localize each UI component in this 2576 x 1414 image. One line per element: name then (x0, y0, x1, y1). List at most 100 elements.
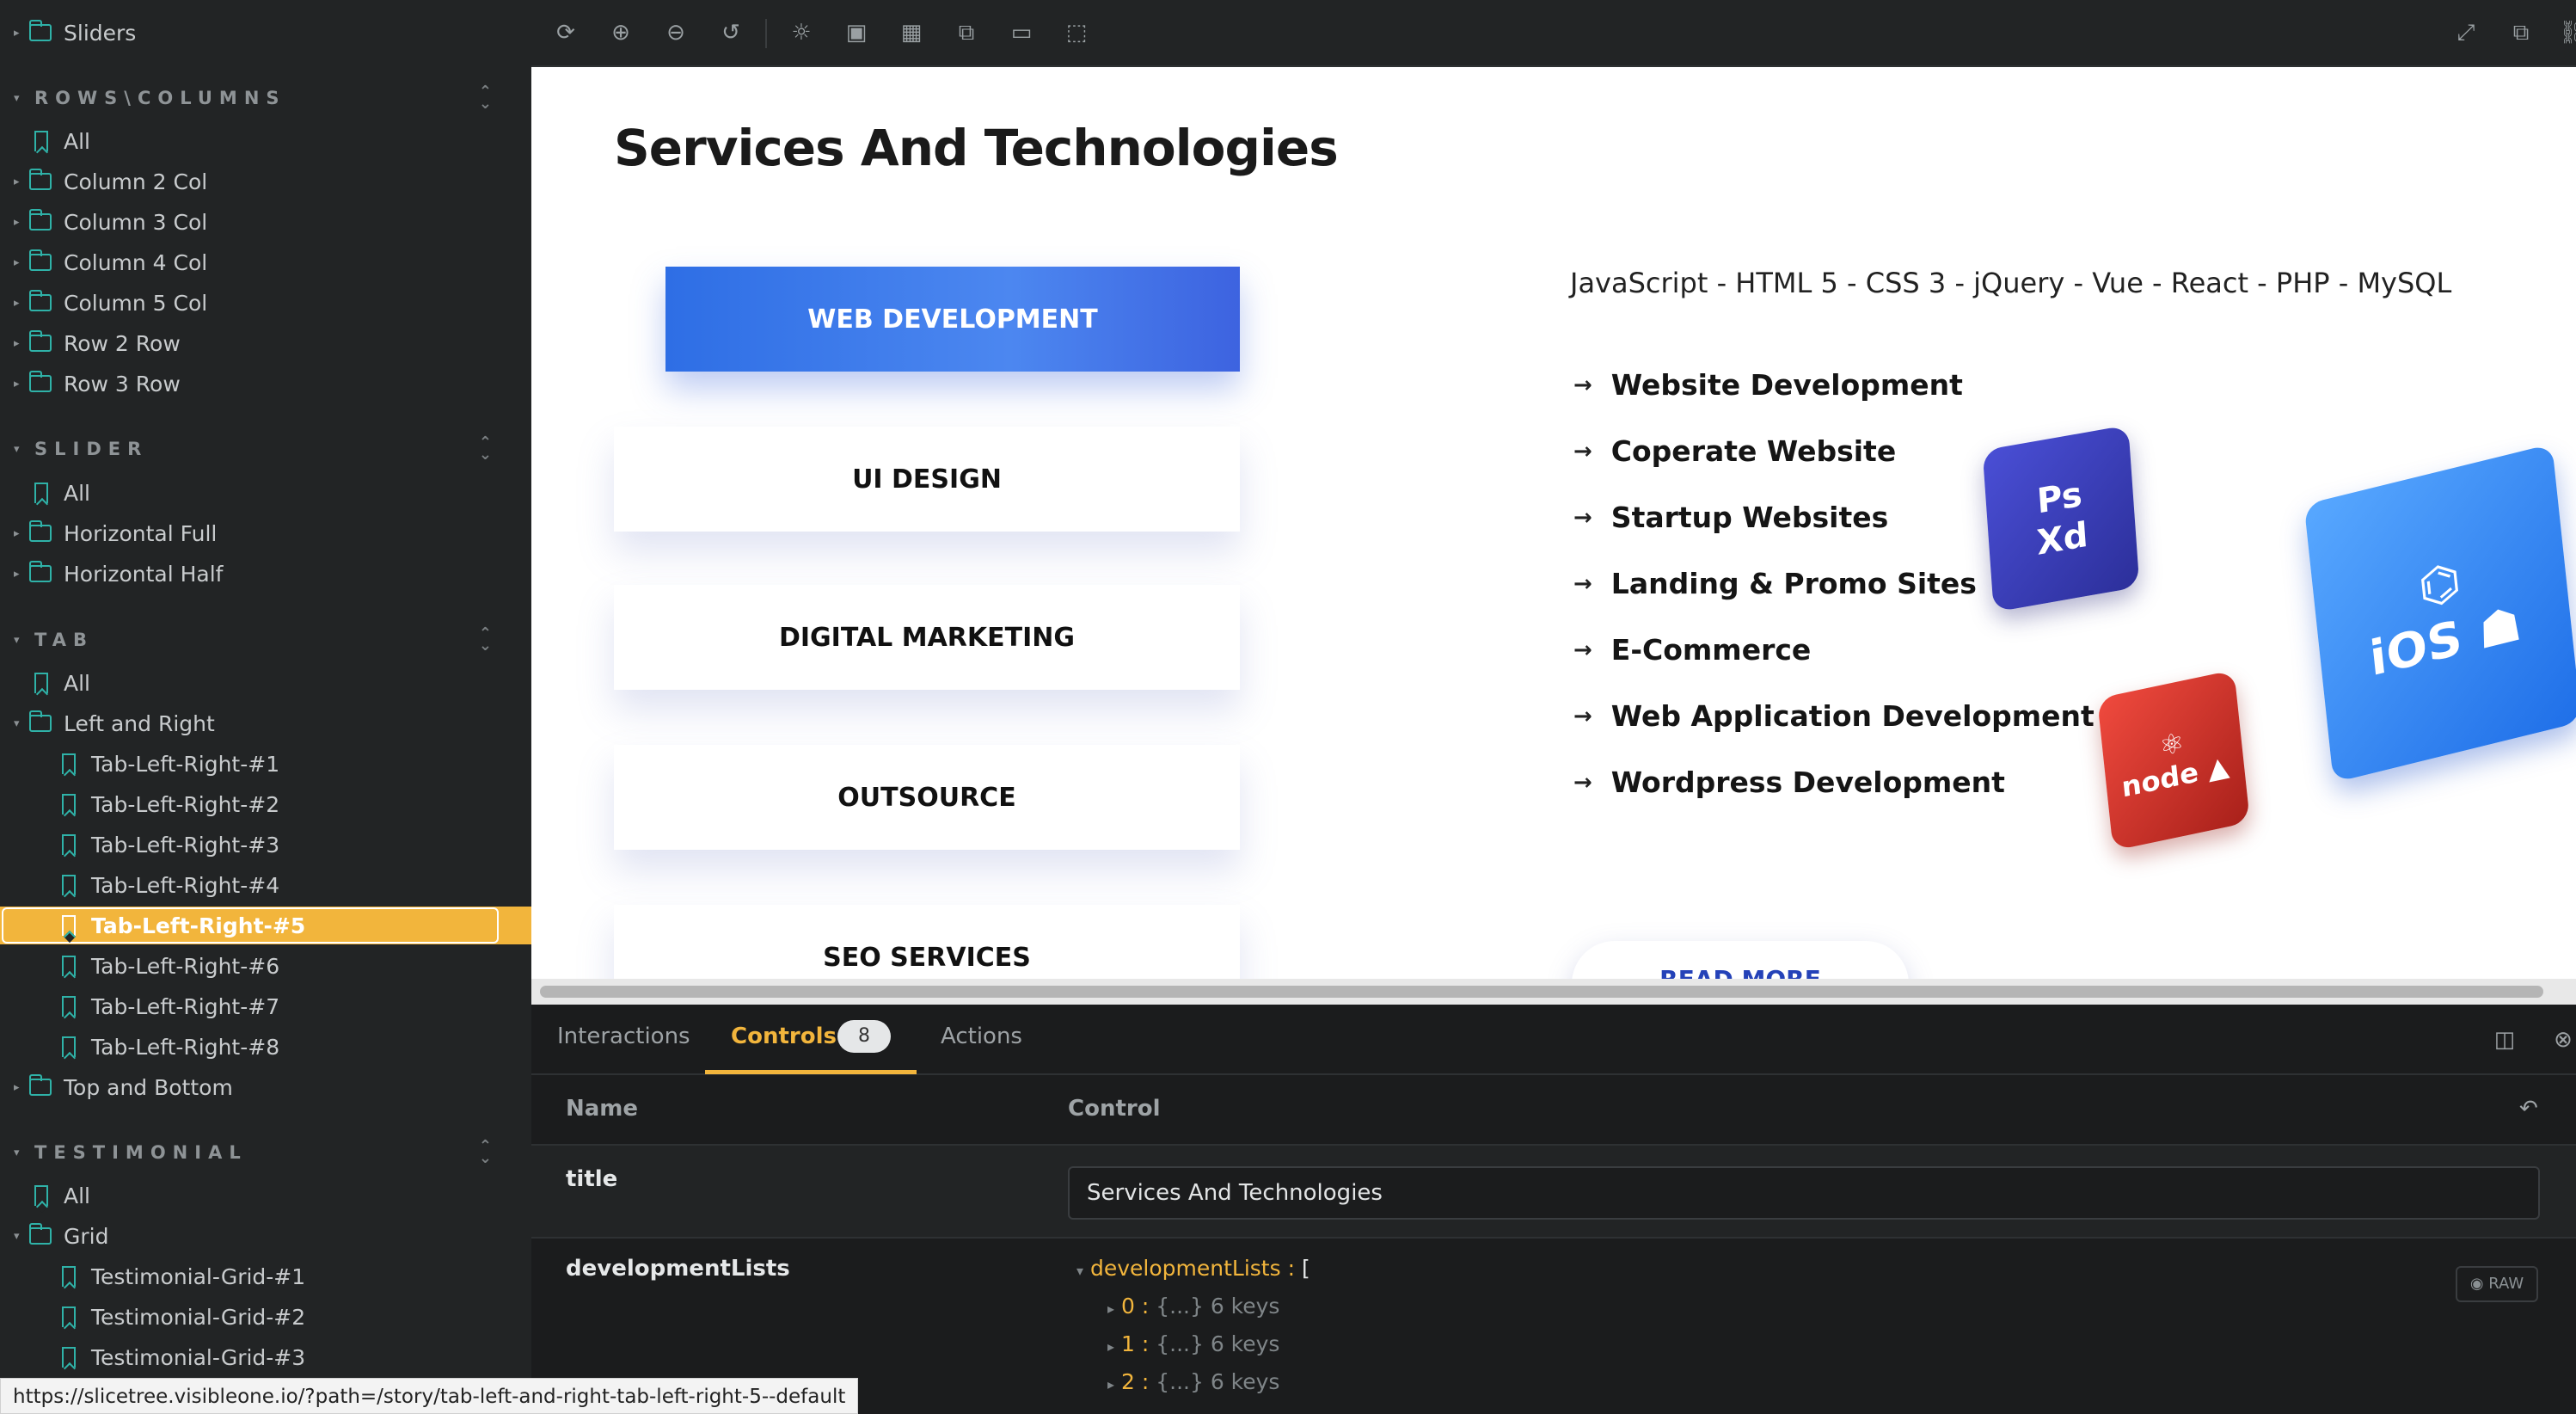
folder-icon (29, 20, 52, 41)
viewport-icon[interactable]: ⬚ (1063, 19, 1090, 46)
bookmark-icon (34, 673, 48, 693)
sidebar-item-tab-left-right-3[interactable]: Tab-Left-Right-#3 (0, 826, 279, 864)
fullscreen-icon[interactable]: ⤢ (2452, 19, 2480, 46)
title-text-input[interactable]: Services And Technologies (1068, 1166, 2540, 1220)
caret-right-icon: ▸ (14, 336, 20, 350)
xd-logo-text: Xd (2035, 514, 2089, 563)
bookmark-icon (62, 956, 76, 976)
json-item[interactable]: ▸ 0 : {...} 6 keys (1107, 1294, 1279, 1319)
arrow-right-icon: → (1573, 372, 1592, 398)
sidebar-item-tab-left-right-2[interactable]: Tab-Left-Right-#2 (0, 785, 279, 823)
sidebar-item-tab-left-right-4[interactable]: Tab-Left-Right-#4 (0, 866, 279, 904)
section-header-rows-columns[interactable]: ▾ ROWS\COLUMNS ⌃ ⌄ (0, 79, 516, 117)
expand-collapse-icon[interactable]: ⌃ ⌄ (479, 84, 492, 112)
zoom-reset-icon[interactable]: ↺ (717, 19, 745, 46)
sidebar-item-label: Row 3 Row (64, 371, 181, 397)
section-title: ROWS\COLUMNS (34, 88, 286, 108)
grid-icon[interactable]: ▦ (898, 19, 925, 46)
list-item-label: Wordpress Development (1610, 765, 2005, 799)
tab-digital-marketing[interactable]: DIGITAL MARKETING (614, 585, 1240, 690)
sidebar-item-tab-left-right-8[interactable]: Tab-Left-Right-#8 (0, 1028, 279, 1066)
react-node-angular-cube-illustration: ⚛ node ▲ (2097, 669, 2250, 851)
sidebar-item-all[interactable]: All (0, 664, 90, 702)
sidebar-item-row-2-row[interactable]: ▸ Row 2 Row (0, 324, 181, 362)
expand-collapse-icon[interactable]: ⌃ ⌄ (479, 1139, 492, 1166)
expand-collapse-icon[interactable]: ⌃ ⌄ (479, 626, 492, 654)
sidebar-item-label: Horizontal Half (64, 561, 224, 587)
sidebar-item-tab-left-right-7[interactable]: Tab-Left-Right-#7 (0, 987, 279, 1025)
panel-orientation-icon[interactable]: ◫ (2492, 1027, 2518, 1053)
sidebar-item-label: Left and Right (64, 710, 215, 736)
json-item[interactable]: ▸ 1 : {...} 6 keys (1107, 1331, 1279, 1356)
sidebar-item-tab-left-right-1[interactable]: Tab-Left-Right-#1 (0, 745, 279, 783)
sidebar-item-tab-left-right-6[interactable]: Tab-Left-Right-#6 (0, 947, 279, 985)
measure-icon[interactable]: ⧉ (953, 19, 980, 46)
sidebar-item-all[interactable]: All (0, 1177, 90, 1214)
bookmark-icon (34, 131, 48, 151)
sidebar-item-column-2-col[interactable]: ▸ Column 2 Col (0, 163, 207, 200)
sync-icon[interactable]: ⟳ (552, 19, 580, 46)
image-icon[interactable]: ▣ (843, 19, 870, 46)
photoshop-xd-cube-illustration: Ps Xd (1982, 425, 2140, 612)
list-item-label: Web Application Development (1610, 699, 2095, 733)
sidebar-item-all[interactable]: All (0, 474, 90, 512)
list-item: → Wordpress Development (1573, 765, 2005, 799)
sidebar-item-top-and-bottom[interactable]: ▸ Top and Bottom (0, 1068, 233, 1106)
expand-collapse-icon[interactable]: ⌃ ⌄ (479, 435, 492, 463)
sidebar-item-testimonial-grid-3[interactable]: Testimonial-Grid-#3 (0, 1338, 305, 1376)
sidebar-item-sliders[interactable]: ▸ Sliders (0, 14, 136, 52)
sidebar-item-label: Tab-Left-Right-#6 (91, 953, 280, 979)
sidebar-item-testimonial-grid-1[interactable]: Testimonial-Grid-#1 (0, 1257, 305, 1295)
sidebar-item-row-3-row[interactable]: ▸ Row 3 Row (0, 365, 181, 403)
sidebar-item-label: Testimonial-Grid-#1 (91, 1263, 306, 1289)
open-new-tab-icon[interactable]: ⧉ (2507, 19, 2535, 46)
json-bracket: [ (1301, 1256, 1310, 1281)
addons-tab-bar: Interactions Controls 8 Actions ◫ ⊗ (531, 1005, 2576, 1075)
tab-web-development[interactable]: WEB DEVELOPMENT (665, 267, 1240, 372)
folder-icon (29, 561, 52, 582)
sidebar-item-column-5-col[interactable]: ▸ Column 5 Col (0, 284, 207, 322)
sidebar-item-column-4-col[interactable]: ▸ Column 4 Col (0, 243, 207, 281)
sidebar-item-tab-left-right-5-selected[interactable]: Tab-Left-Right-#5 (0, 907, 531, 944)
section-header-slider[interactable]: ▾ SLIDER ⌃ ⌄ (0, 430, 516, 468)
sidebar-item-testimonial-grid-2[interactable]: Testimonial-Grid-#2 (0, 1298, 305, 1336)
json-root[interactable]: ▾ developmentLists : [ (1076, 1256, 1310, 1281)
sidebar-item-label: Column 2 Col (64, 169, 208, 194)
preview-horizontal-scrollbar[interactable] (531, 979, 2576, 1005)
tab-seo-services[interactable]: SEO SERVICES (614, 905, 1240, 979)
json-item[interactable]: ▸ 2 : {...} 6 keys (1107, 1369, 1279, 1394)
outline-icon[interactable]: ▭ (1008, 19, 1035, 46)
sidebar-item-label: Testimonial-Grid-#3 (91, 1344, 306, 1370)
tab-controls[interactable]: Controls (731, 1024, 837, 1049)
read-more-button[interactable]: READ MORE (1572, 941, 1909, 979)
tab-outsource[interactable]: OUTSOURCE (614, 745, 1240, 850)
bookmark-icon (62, 875, 76, 895)
sidebar-item-left-and-right[interactable]: ▾ Left and Right (0, 704, 215, 742)
sidebar-item-horizontal-full[interactable]: ▸ Horizontal Full (0, 514, 217, 552)
close-panel-icon[interactable]: ⊗ (2550, 1027, 2576, 1053)
controls-count-badge: 8 (837, 1020, 891, 1053)
section-header-testimonial[interactable]: ▾ TESTIMONIAL ⌃ ⌄ (0, 1134, 516, 1171)
tab-ui-design[interactable]: UI DESIGN (614, 427, 1240, 532)
json-summary: {...} 6 keys (1156, 1369, 1280, 1394)
caret-down-icon: ▾ (14, 91, 20, 105)
json-index: 0 : (1120, 1294, 1150, 1319)
folder-icon (29, 209, 52, 231)
zoom-out-icon[interactable]: ⊖ (662, 19, 690, 46)
sidebar-item-horizontal-half[interactable]: ▸ Horizontal Half (0, 555, 223, 593)
tab-actions[interactable]: Actions (941, 1024, 1022, 1049)
scrollbar-thumb[interactable] (540, 986, 2543, 998)
background-icon[interactable]: ☼ (788, 19, 815, 46)
sidebar-item-grid[interactable]: ▾ Grid (0, 1217, 108, 1255)
bookmark-icon (62, 753, 76, 774)
section-header-tab[interactable]: ▾ TAB ⌃ ⌄ (0, 621, 516, 659)
sidebar-item-all[interactable]: All (0, 122, 90, 160)
zoom-in-icon[interactable]: ⊕ (607, 19, 635, 46)
tab-interactions[interactable]: Interactions (557, 1024, 690, 1049)
reset-controls-icon[interactable]: ↶ (2519, 1096, 2538, 1122)
copy-link-icon[interactable]: ⛓ (2559, 19, 2576, 46)
technologies-line: JavaScript - HTML 5 - CSS 3 - jQuery - V… (1570, 267, 2452, 299)
sidebar-item-column-3-col[interactable]: ▸ Column 3 Col (0, 203, 207, 241)
focus-outline (2, 907, 499, 944)
raw-toggle-button[interactable]: ◉ RAW (2456, 1266, 2538, 1302)
